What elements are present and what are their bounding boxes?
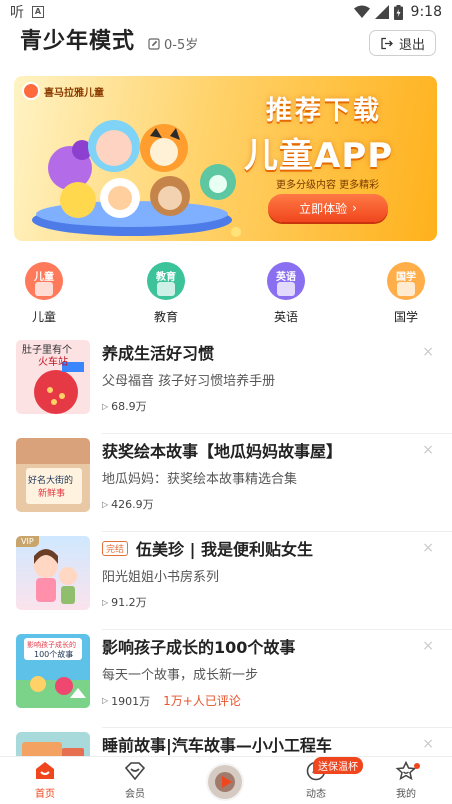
list-item[interactable]: VIP 完结 伍美珍 | 我是便利贴女生 阳光姐姐小书房系列 ▷ 91.2万 × xyxy=(0,532,452,630)
education-category-icon: 教育 xyxy=(147,262,185,300)
banner-headline-1: 推荐下载 xyxy=(266,96,383,126)
banner-brand: 喜马拉雅儿童 xyxy=(22,82,104,100)
album-title: 影响孩子成长的100个故事 xyxy=(102,638,296,657)
cover-title: 火车站 xyxy=(38,355,68,368)
logout-icon xyxy=(381,37,393,49)
album-cover: VIP xyxy=(16,536,90,610)
vip-badge: VIP xyxy=(16,536,39,547)
album-cover: 好名大街的 新鲜事 xyxy=(16,438,90,512)
play-count: 1901万 xyxy=(111,694,151,708)
cover-title: 肚子里有个 xyxy=(22,343,72,356)
now-playing-button[interactable] xyxy=(206,763,244,801)
category-education[interactable]: 教育 教育 xyxy=(136,262,196,325)
signal-icon xyxy=(374,5,389,19)
edit-icon xyxy=(148,37,160,50)
album-title-text: 伍美珍 | 我是便利贴女生 xyxy=(136,540,314,559)
category-english[interactable]: 英语 英语 xyxy=(256,262,316,325)
album-cover: 肚子里有个 火车站 xyxy=(16,340,90,414)
battery-icon xyxy=(393,4,403,20)
age-range-label: 0-5岁 xyxy=(164,38,199,53)
bottom-tab-bar: 首页 会员 动态 送保温杯 我的 xyxy=(0,756,452,804)
banner-headline-2: 儿童APP xyxy=(244,136,394,176)
completed-tag: 完结 xyxy=(102,541,129,556)
album-title: 完结 伍美珍 | 我是便利贴女生 xyxy=(102,536,313,560)
play-count: 426.9万 xyxy=(111,498,154,511)
tab-label: 首页 xyxy=(35,789,55,800)
notification-a-icon: A xyxy=(32,6,44,18)
play-count: 91.2万 xyxy=(111,596,147,609)
dismiss-icon[interactable]: × xyxy=(422,638,434,654)
category-label: 儿童 xyxy=(31,310,56,324)
category-children[interactable]: 儿童 儿童 xyxy=(14,262,74,325)
play-count-icon: ▷ xyxy=(102,401,109,411)
album-meta: ▷ 68.9万 xyxy=(102,398,147,414)
banner-subline: 更多分级内容 更多精彩 xyxy=(276,180,380,191)
now-playing-cover xyxy=(208,765,242,799)
cover-title: 100个故事 xyxy=(34,649,73,659)
dismiss-icon[interactable]: × xyxy=(422,540,434,556)
status-time: 9:18 xyxy=(410,4,442,20)
list-item[interactable]: 好名大街的 新鲜事 获奖绘本故事【地瓜妈妈故事屋】 地瓜妈妈：获奖绘本故事精选合… xyxy=(0,434,452,532)
comment-count: 1万+人已评论 xyxy=(163,694,241,708)
cover-title: 好名大街的 xyxy=(28,474,73,486)
brand-logo-icon xyxy=(22,82,40,100)
play-count-icon: ▷ xyxy=(102,597,109,607)
notification-dot xyxy=(414,763,420,769)
play-count-icon: ▷ xyxy=(102,696,109,705)
dismiss-icon[interactable]: × xyxy=(422,736,434,752)
cover-illustration xyxy=(34,549,77,604)
home-icon xyxy=(36,762,54,779)
guoxue-category-icon: 国学 xyxy=(387,262,425,300)
play-count: 68.9万 xyxy=(111,400,147,413)
album-subtitle: 地瓜妈妈：获奖绘本故事精选合集 xyxy=(102,472,298,487)
list-item[interactable]: 影响孩子成长的 100个故事 影响孩子成长的100个故事 每天一个故事，成长新一… xyxy=(0,630,452,728)
tab-label: 会员 xyxy=(125,789,145,800)
play-count-icon: ▷ xyxy=(102,499,109,509)
album-meta: ▷ 1901万 1万+人已评论 xyxy=(102,692,241,709)
cover-title: 影响孩子成长的 xyxy=(27,640,76,649)
app-notification-icon: 听 xyxy=(10,5,24,21)
album-meta: ▷ 91.2万 xyxy=(102,594,147,610)
category-label: 英语 xyxy=(273,310,298,324)
page-title: 青少年模式 xyxy=(20,29,136,54)
membership-diamond-icon xyxy=(124,762,146,781)
children-category-icon: 儿童 xyxy=(25,262,63,300)
promo-badge: 送保温杯 xyxy=(313,757,363,774)
category-label: 教育 xyxy=(153,310,178,324)
album-subtitle: 阳光姐姐小书房系列 xyxy=(102,570,220,585)
age-range-selector[interactable]: 0-5岁 xyxy=(148,34,198,53)
album-title: 获奖绘本故事【地瓜妈妈故事屋】 xyxy=(102,442,343,461)
promo-banner[interactable]: 喜马拉雅儿童 推荐下载 儿童APP 更多分级内容 更多精彩 立即体验 › xyxy=(14,76,437,241)
try-now-button[interactable]: 立即体验 › xyxy=(268,194,388,222)
banner-brand-text: 喜马拉雅儿童 xyxy=(44,87,104,99)
chevron-right-icon: › xyxy=(352,201,357,215)
tab-home[interactable]: 首页 xyxy=(15,761,75,800)
list-item[interactable]: 肚子里有个 火车站 养成生活好习惯 父母福音 孩子好习惯培养手册 ▷ 68.9万… xyxy=(0,336,452,434)
kids-characters-illustration xyxy=(32,120,241,237)
album-subtitle: 父母福音 孩子好习惯培养手册 xyxy=(102,374,276,389)
english-category-icon: 英语 xyxy=(267,262,305,300)
try-now-label: 立即体验 xyxy=(299,201,348,216)
exit-button[interactable]: 退出 xyxy=(368,30,436,56)
tab-label: 我的 xyxy=(396,789,416,800)
wifi-icon xyxy=(353,5,370,18)
album-subtitle: 每天一个故事，成长新一步 xyxy=(102,668,259,683)
status-bar: 听 A 9:18 xyxy=(0,0,452,24)
album-title: 睡前故事|汽车故事—小小工程车 xyxy=(102,736,332,755)
header: 青少年模式 0-5岁 退出 xyxy=(0,26,452,60)
tab-label: 动态 xyxy=(306,789,326,800)
exit-label: 退出 xyxy=(398,37,425,53)
cover-title: 新鲜事 xyxy=(38,487,65,499)
dismiss-icon[interactable]: × xyxy=(422,344,434,360)
tab-profile[interactable]: 我的 xyxy=(376,761,436,800)
category-guoxue[interactable]: 国学 国学 xyxy=(376,262,436,325)
category-row: 儿童 儿童 教育 教育 英语 英语 国学 国学 xyxy=(0,262,452,326)
album-meta: ▷ 426.9万 xyxy=(102,496,154,512)
dismiss-icon[interactable]: × xyxy=(422,442,434,458)
category-label: 国学 xyxy=(393,310,418,324)
tab-membership[interactable]: 会员 xyxy=(105,761,165,800)
album-cover: 影响孩子成长的 100个故事 xyxy=(16,634,90,708)
album-title: 养成生活好习惯 xyxy=(102,344,215,363)
